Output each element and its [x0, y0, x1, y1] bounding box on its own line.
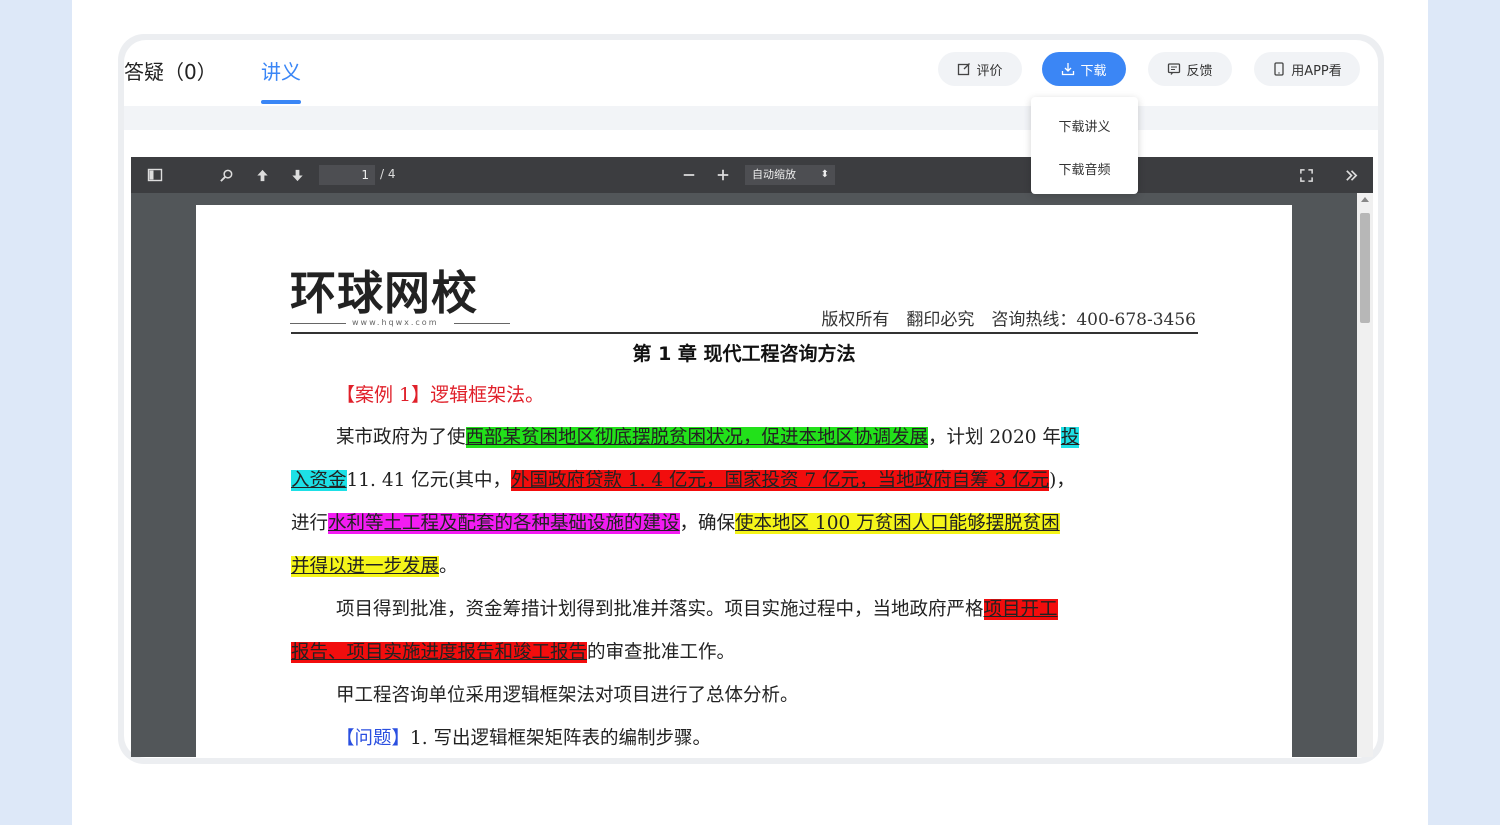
question-text: 1. 写出逻辑框架矩阵表的编制步骤。 — [410, 728, 712, 749]
paragraph-line-1: 某市政府为了使西部某贫困地区彻底摆脱贫困状况，促进本地区协调发展，计划 2020… — [336, 423, 1243, 449]
text-run: 11. 41 亿元(其中， — [346, 470, 511, 491]
download-audio-item[interactable]: 下载音频 — [1031, 159, 1138, 178]
highlight-magenta: 水利等土工程及配套的各种基础设施的建设 — [328, 513, 680, 534]
open-in-app-button[interactable]: 用APP看 — [1254, 52, 1360, 86]
review-label: 评价 — [976, 63, 1003, 79]
scroll-thumb[interactable] — [1360, 213, 1370, 323]
highlight-yellow: 使本地区 100 万贫困人口能够摆脱贫困 — [735, 513, 1060, 534]
page-count: / 4 — [380, 167, 396, 181]
text-run: 的审查批准工作。 — [587, 642, 736, 663]
open-in-app-label: 用APP看 — [1291, 63, 1342, 79]
page-number-input[interactable]: 1 — [319, 165, 375, 185]
text-run: 项目得到批准，资金筹措计划得到批准并落实。项目实施过程中，当地政府严格 — [336, 599, 984, 620]
download-label: 下载 — [1080, 63, 1107, 79]
edit-icon — [958, 63, 971, 76]
search-icon[interactable] — [216, 165, 236, 185]
text-run: ，计划 2020 年 — [928, 427, 1061, 448]
zoom-in-icon[interactable] — [713, 165, 733, 185]
zoom-select[interactable]: 自动缩放 ⬍ — [745, 165, 835, 185]
pdf-page: 环球网校 www.hqwx.com 版权所有 翻印必究 咨询热线：400-678… — [196, 205, 1292, 757]
paragraph-line-6: 报告、项目实施进度报告和竣工报告的审查批准工作。 — [291, 638, 1198, 664]
scroll-up-arrow-icon[interactable] — [1361, 197, 1369, 202]
active-tab-indicator — [261, 100, 301, 104]
pdf-viewer: 1 / 4 自动缩放 ⬍ 环球网校 www.hqwx.com 版权所有 翻印必究… — [131, 157, 1373, 757]
paragraph-line-5: 项目得到批准，资金筹措计划得到批准并落实。项目实施过程中，当地政府严格项目开工 — [336, 595, 1243, 621]
text-run: 某市政府为了使 — [336, 427, 466, 448]
question-label: 【问题】 — [336, 728, 411, 749]
fullscreen-icon[interactable] — [1296, 165, 1316, 185]
next-page-icon[interactable] — [287, 165, 307, 185]
paragraph-line-4: 并得以进一步发展。 — [291, 552, 1198, 578]
header-divider-band — [124, 106, 1378, 130]
vertical-scrollbar[interactable] — [1357, 193, 1373, 757]
select-caret-icon: ⬍ — [820, 169, 829, 180]
highlight-red: 报告、项目实施进度报告和竣工报告 — [291, 642, 588, 663]
text-run: ，确保 — [679, 513, 736, 534]
logo-url: www.hqwx.com — [352, 318, 439, 327]
copyright-line: 版权所有 翻印必究 咨询热线：400-678-3456 — [821, 310, 1196, 330]
logo-rule-right — [454, 323, 510, 324]
question-line: 【问题】1. 写出逻辑框架矩阵表的编制步骤。 — [336, 724, 1243, 750]
text-run: 。 — [439, 556, 458, 577]
more-tools-icon[interactable] — [1341, 165, 1361, 185]
tab-notes[interactable]: 讲义 — [261, 56, 301, 85]
case-heading: 【案例 1】逻辑框架法。 — [336, 384, 545, 406]
logo-rule-left — [290, 323, 346, 324]
highlight-green: 西部某贫困地区彻底摆脱贫困状况，促进本地区协调发展 — [465, 427, 929, 448]
comment-icon — [1168, 63, 1181, 75]
feedback-label: 反馈 — [1186, 63, 1213, 79]
tab-qa[interactable]: 答疑（0） — [124, 56, 217, 85]
logo-text: 环球网校 — [290, 266, 478, 320]
download-icon — [1062, 63, 1075, 76]
tab-bar: 答疑（0） 讲义 评价 下载 反馈 用APP看 — [124, 40, 1378, 106]
zoom-out-icon[interactable] — [679, 165, 699, 185]
text-run: 进行 — [291, 513, 329, 534]
pdf-toolbar: 1 / 4 自动缩放 ⬍ — [131, 157, 1373, 193]
logo: 环球网校 www.hqwx.com — [290, 257, 520, 332]
paragraph-line-7: 甲工程咨询单位采用逻辑框架法对项目进行了总体分析。 — [336, 685, 799, 706]
zoom-select-value: 自动缩放 — [752, 168, 796, 181]
highlight-cyan: 入资金 — [291, 470, 347, 491]
highlight-red: 外国政府贷款 1. 4 亿元，国家投资 7 亿元，当地政府自筹 3 亿元 — [510, 470, 1050, 491]
download-notes-item[interactable]: 下载讲义 — [1031, 116, 1138, 135]
download-button[interactable]: 下载 — [1042, 52, 1126, 86]
sidebar-toggle-icon[interactable] — [145, 165, 165, 185]
paragraph-line-3: 进行水利等土工程及配套的各种基础设施的建设，确保使本地区 100 万贫困人口能够… — [291, 509, 1198, 535]
text-run: )， — [1049, 470, 1075, 491]
highlight-cyan: 投 — [1060, 427, 1080, 448]
phone-icon — [1274, 62, 1284, 76]
paragraph-line-2: 入资金11. 41 亿元(其中，外国政府贷款 1. 4 亿元，国家投资 7 亿元… — [291, 466, 1198, 492]
previous-page-icon[interactable] — [252, 165, 272, 185]
highlight-yellow: 并得以进一步发展 — [291, 556, 440, 577]
highlight-red: 项目开工 — [983, 599, 1058, 620]
header-rule — [291, 332, 1198, 334]
download-dropdown-menu: 下载讲义 下载音频 — [1031, 97, 1138, 194]
chapter-title: 第 1 章 现代工程咨询方法 — [632, 343, 856, 365]
feedback-button[interactable]: 反馈 — [1148, 52, 1232, 86]
review-button[interactable]: 评价 — [938, 52, 1022, 86]
